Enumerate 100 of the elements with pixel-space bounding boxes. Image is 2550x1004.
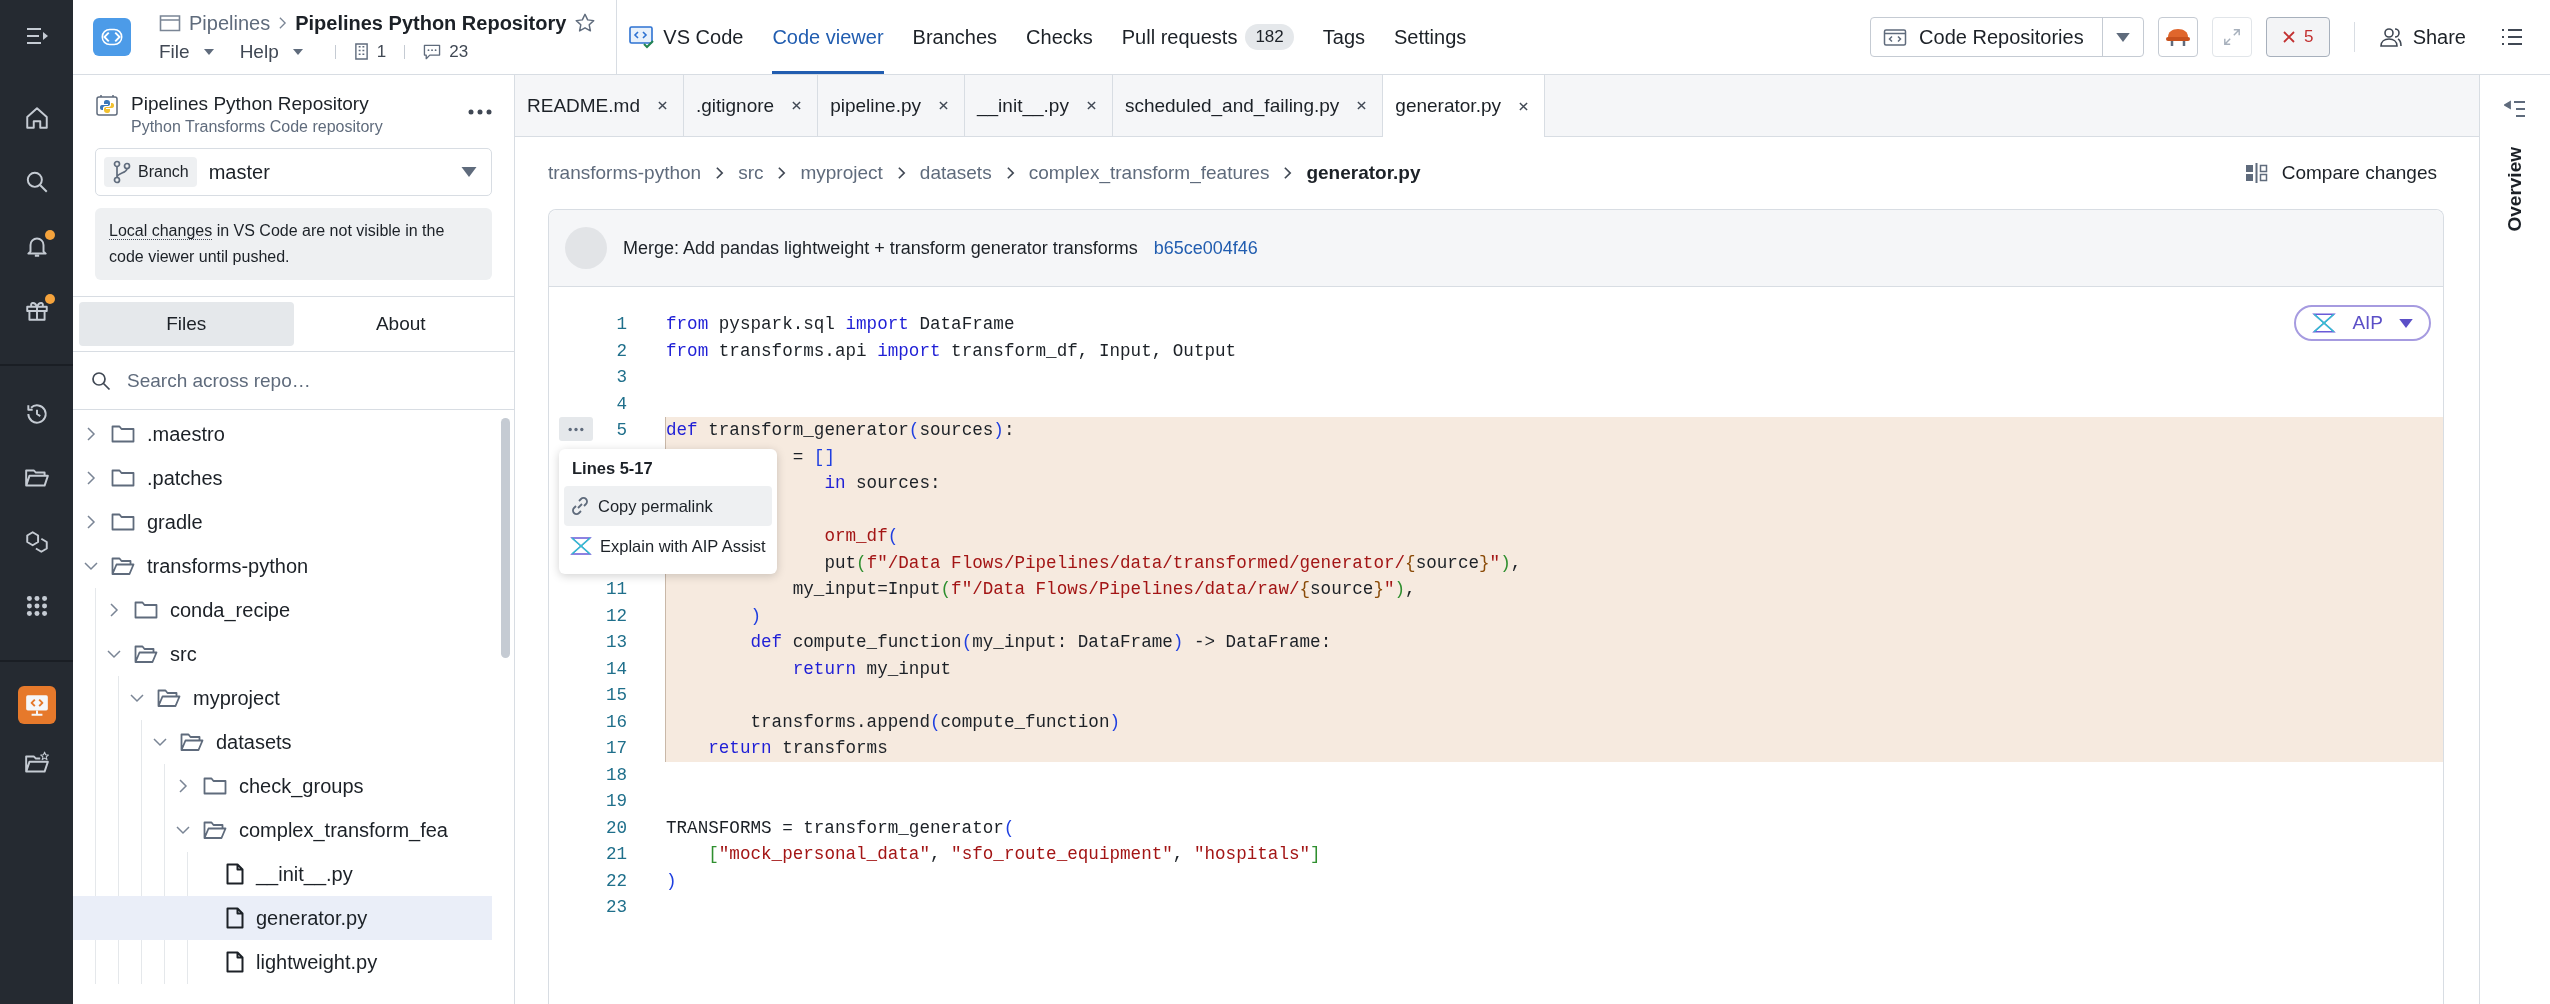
file-icon [226,863,244,885]
folder-icon [111,468,135,488]
open-folder-icon [180,732,204,752]
file-tab[interactable]: __init__.py [965,75,1113,136]
nav-tab[interactable]: Settings [1394,0,1467,74]
search-field[interactable]: Search across repo… [125,368,496,393]
file-tab[interactable]: pipeline.py [818,75,965,136]
menu-button[interactable]: File [159,40,214,63]
breadcrumb-link[interactable]: complex_transform_features [1028,162,1270,184]
more-icon[interactable] [468,109,492,115]
repository-type: Python Transforms Code repository [131,118,384,136]
nav-tab[interactable]: Checks [1026,0,1093,74]
line-number: 14 [604,658,627,679]
aip-icon [570,536,592,556]
share-button[interactable]: Share [2378,25,2466,49]
close-icon[interactable] [1357,101,1367,110]
close-icon[interactable] [792,101,802,110]
code-line: ) [750,604,762,628]
notice-text: Local changes in VS Code are not visible in the code viewer until pushed. [109,221,446,267]
code-line: transforms.append(compute_function) [750,710,1121,734]
folder-item[interactable]: .patches [73,456,492,500]
error-count-button[interactable]: 5 [2265,17,2330,57]
file-tab[interactable]: README.md [515,75,684,136]
open-folder-icon [157,688,181,708]
line-number: 16 [604,711,627,732]
code-monitor-icon[interactable] [17,686,56,724]
line-number: 17 [604,738,627,759]
folder-icon [203,776,227,796]
caret-icon [2399,318,2413,328]
search-icon [91,370,111,391]
comment-count: 23 [449,41,469,62]
folder-item[interactable]: transforms-python [73,544,492,588]
folder-icon [134,600,158,620]
more-icon [567,426,585,432]
folder-item[interactable]: conda_recipe [96,588,492,632]
close-icon[interactable] [657,101,667,110]
folder-item[interactable]: src [96,632,492,676]
folder-item[interactable]: gradle [73,500,492,544]
breadcrumb-link[interactable]: src [738,162,764,184]
line-actions-button[interactable] [559,417,593,441]
branch-select[interactable]: Branch master [95,148,492,196]
nav-tab[interactable]: Tags [1322,0,1366,74]
panel-title[interactable]: Overview [2504,147,2526,232]
menu-item[interactable]: Explain with AIP Assist [564,526,772,566]
breadcrumb-link[interactable]: myproject [800,162,883,184]
chevron-right-icon [278,16,288,30]
code-monitor-icon [629,25,656,49]
caret-icon [2115,32,2130,42]
file-tab[interactable]: .gitignore [683,75,819,136]
file-tab[interactable]: generator.py [1383,75,1545,137]
vehicle-button[interactable] [2157,17,2198,57]
breadcrumb-link[interactable]: Pipelines [189,11,271,35]
nav-tab[interactable]: VS Code [629,0,744,74]
branch-tag: Branch [104,157,197,187]
nav-tab[interactable]: Pull requests 182 [1121,0,1294,74]
chevron-right-icon [1005,166,1015,180]
folder-icon [159,14,181,32]
sidebar-tab[interactable]: About [293,302,508,346]
close-icon[interactable] [1086,101,1096,110]
line-number: 3 [615,367,627,388]
collapse-panel-icon[interactable] [2504,99,2526,119]
nav-tab[interactable]: Branches [912,0,998,74]
scrollbar[interactable] [501,418,510,658]
folder-item[interactable]: check_groups [165,764,492,808]
menu-button[interactable]: Help [239,40,303,63]
code-window-icon [1883,27,1908,47]
file-item[interactable]: lightweight.py [188,940,492,984]
breadcrumb-link[interactable]: datasets [919,162,992,184]
close-icon[interactable] [939,101,948,110]
vehicle-icon [2163,26,2192,48]
sidebar-tab[interactable]: Files [79,302,294,346]
close-icon[interactable] [1519,101,1528,111]
repository-name: Pipelines Python Repository [131,93,370,115]
folder-item[interactable]: complex_transform_fea [165,808,492,852]
code-line: my_input=Input(f"/Data Flows/Pipelines/data/raw/{source}"), [792,578,1416,601]
folder-icon [111,512,135,532]
error-x-icon [2281,30,2296,44]
aip-dropdown[interactable]: AIP [2294,305,2431,341]
compare-changes-button[interactable]: Compare changes [2245,162,2437,184]
list-icon[interactable] [2500,27,2524,47]
menu-item[interactable]: Copy permalink [564,486,772,526]
star-icon[interactable] [574,12,597,34]
line-number: 1 [615,314,627,335]
commit-hash-link[interactable]: b65ce004f46 [1153,237,1258,259]
file-item[interactable]: __init__.py [188,852,492,896]
line-number: 4 [615,393,627,414]
menu-icon[interactable] [24,26,49,46]
code-line: ) [666,869,677,893]
folder-item[interactable]: myproject [119,676,492,720]
folder-icon [111,424,135,444]
breadcrumb-link[interactable]: transforms-python [548,162,702,184]
code-line: return my_input [792,657,952,681]
folder-item[interactable]: datasets [142,720,492,764]
app-logo[interactable] [93,18,131,56]
app-switcher-dropdown[interactable]: Code Repositories [1870,17,2144,57]
file-item[interactable]: generator.py [73,896,492,940]
code-line: from pyspark.sql import DataFrame [666,313,1015,336]
folder-item[interactable]: .maestro [73,412,492,456]
aip-icon [2312,312,2337,334]
comment-icon [423,43,442,60]
